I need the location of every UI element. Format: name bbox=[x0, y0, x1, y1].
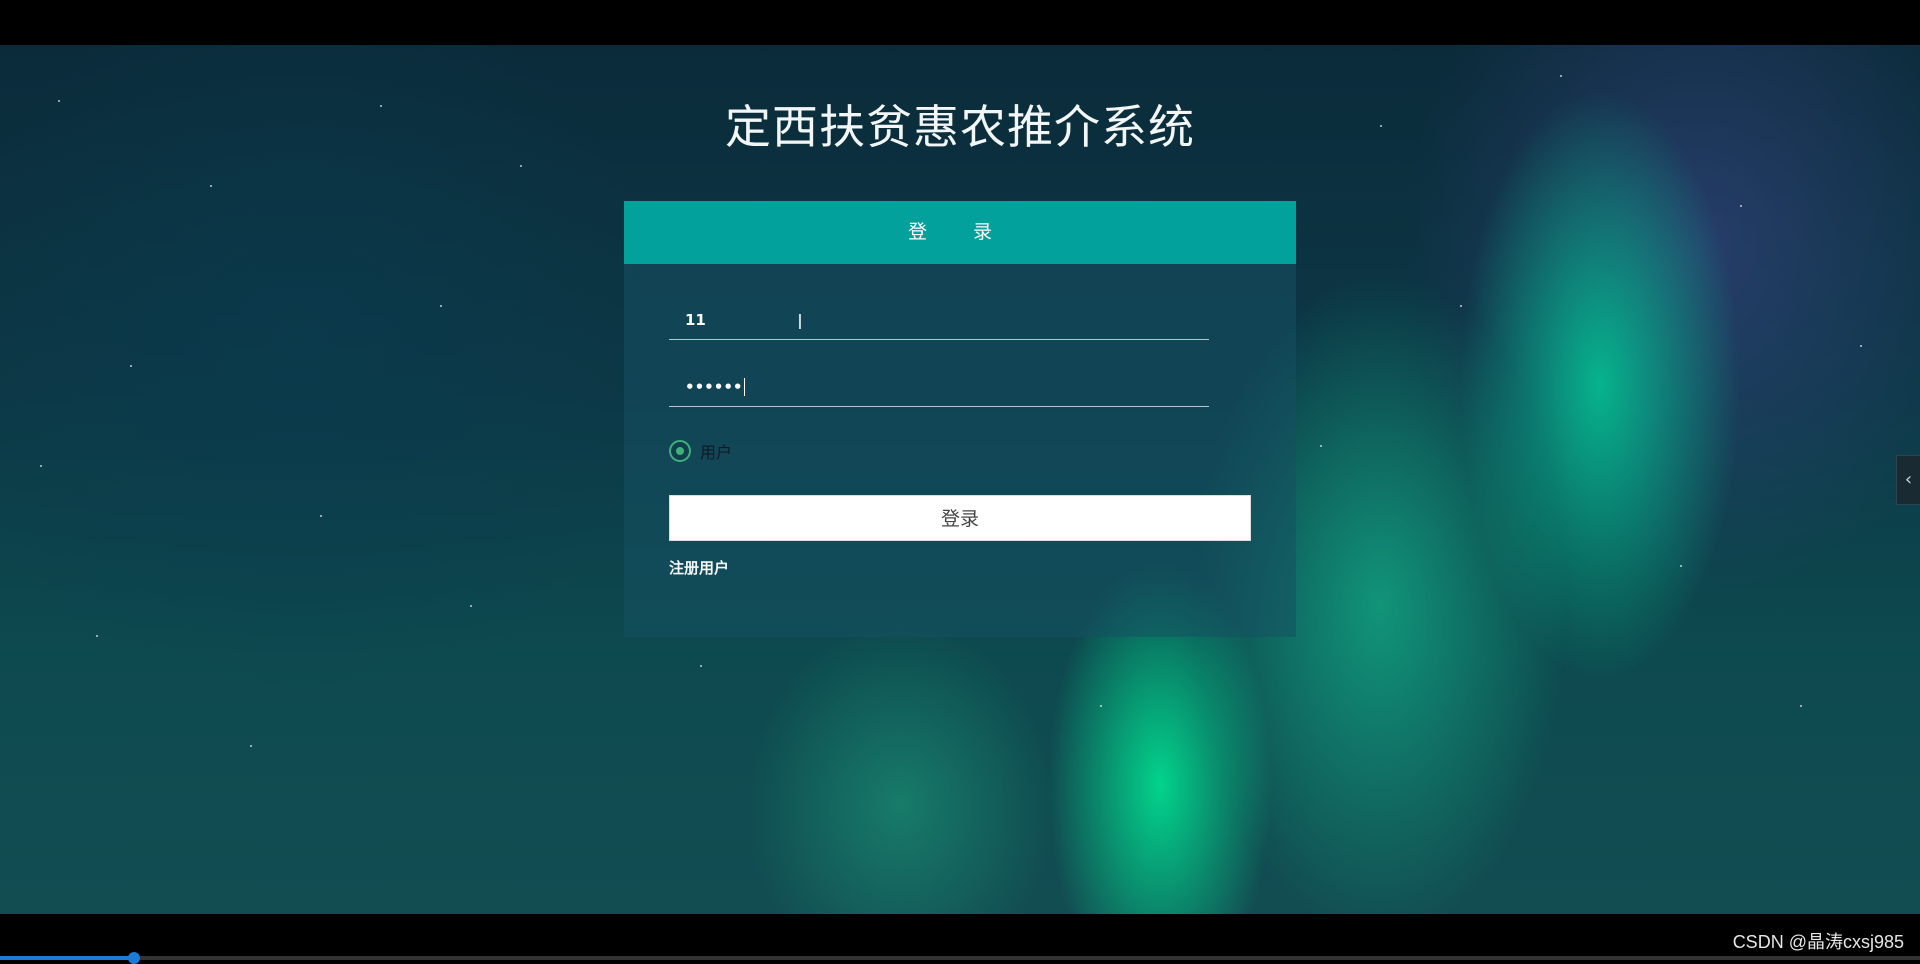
login-panel-header: 登 录 bbox=[624, 201, 1296, 264]
text-cursor-icon: I bbox=[797, 310, 803, 334]
text-caret bbox=[743, 378, 745, 396]
password-field[interactable]: •••••• bbox=[669, 366, 1209, 407]
role-radio-label: 用户 bbox=[700, 443, 733, 462]
register-user-link[interactable]: 注册用户 bbox=[669, 557, 729, 578]
radio-selected-icon[interactable] bbox=[669, 440, 691, 462]
aurora-background: 定西扶贫惠农推介系统 登 录 11 I •••••• 用户 登录 注册用户 ‹ bbox=[0, 45, 1920, 914]
role-radio-user[interactable]: 用户 bbox=[669, 438, 732, 464]
username-field[interactable]: 11 I bbox=[669, 299, 1209, 340]
page-title: 定西扶贫惠农推介系统 bbox=[725, 100, 1195, 154]
login-button[interactable]: 登录 bbox=[669, 495, 1251, 541]
top-black-bar bbox=[0, 0, 1920, 45]
video-progress-fill bbox=[0, 956, 135, 960]
login-panel: 登 录 11 I •••••• 用户 登录 注册用户 bbox=[624, 201, 1296, 637]
username-value: 11 bbox=[685, 311, 706, 329]
chevron-left-icon: ‹ bbox=[1904, 469, 1913, 490]
side-panel-toggle[interactable]: ‹ bbox=[1896, 455, 1920, 505]
bottom-black-bar: CSDN @晶涛cxsj985 bbox=[0, 914, 1920, 964]
csdn-watermark: CSDN @晶涛cxsj985 bbox=[1732, 932, 1904, 952]
video-progress-handle[interactable] bbox=[128, 952, 141, 964]
video-progress-track[interactable] bbox=[0, 952, 1920, 964]
password-value: •••••• bbox=[685, 377, 743, 396]
